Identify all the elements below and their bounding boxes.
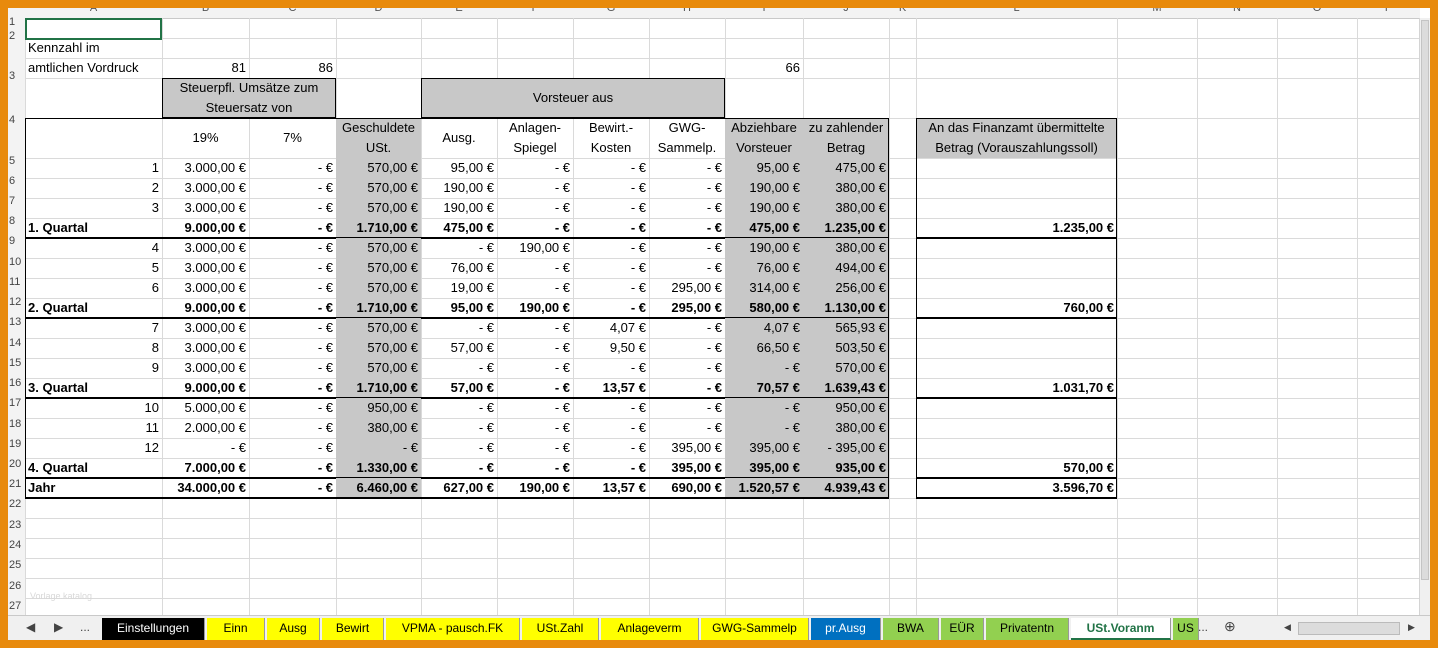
row-header-6[interactable]: 6 (8, 175, 24, 187)
row-header-26[interactable]: 26 (8, 580, 24, 592)
table-border (162, 78, 336, 118)
row-header-20[interactable]: 20 (8, 458, 24, 470)
add-sheet-icon[interactable]: ⊕ (1224, 618, 1236, 635)
tab-more-right[interactable]: ... (1198, 620, 1208, 634)
row-header-9[interactable]: 9 (8, 235, 24, 247)
sheet-tab-privatentn[interactable]: Privatentn (986, 618, 1069, 640)
kennzahl-label-1[interactable]: Kennzahl im (25, 38, 182, 58)
scrollbar-thumb[interactable] (1421, 20, 1429, 580)
column-header-f[interactable]: F (497, 8, 573, 14)
column-header-o[interactable]: O (1277, 8, 1357, 14)
row-header-10[interactable]: 10 (8, 256, 24, 268)
sheet-tab-anlageverm[interactable]: Anlageverm (601, 618, 699, 640)
column-header-l[interactable]: L (916, 8, 1117, 14)
column-header-a[interactable]: A (25, 8, 162, 14)
row-header-11[interactable]: 11 (8, 276, 24, 288)
sheet-tab-bewirt[interactable]: Bewirt (322, 618, 384, 640)
sheet-tab-gwg-sammelp[interactable]: GWG-Sammelp (701, 618, 809, 640)
sheet-tab-bar: ◀ ▶ ... Einstellungen Einn Ausg Bewirt VPMA … (8, 615, 1430, 640)
sheet-tab-einn[interactable]: Einn (207, 618, 265, 640)
column-header-b[interactable]: B (162, 8, 249, 14)
row-header-bar: 1 2 3 4 5 6 7 8 9 10 11 12 13 14 15 16 17 18 19 20 21 22 23 24 2… (8, 16, 26, 615)
grid-line (25, 558, 1420, 559)
column-header-h[interactable]: H (649, 8, 725, 14)
grid-line (889, 18, 890, 615)
column-header-i[interactable]: I (725, 8, 803, 14)
column-header-d[interactable]: D (336, 8, 421, 14)
row-header-12[interactable]: 12 (8, 296, 24, 308)
cell-grid[interactable]: Steuerpfl. Umsätze zum Steuersatz von Vor… (25, 18, 1421, 615)
vertical-scrollbar[interactable] (1419, 18, 1430, 615)
row-header-4[interactable]: 4 (8, 114, 24, 126)
row-header-22[interactable]: 22 (8, 498, 24, 510)
horizontal-scrollbar[interactable] (1298, 622, 1400, 635)
watermark-text: Vorlage.katalog (30, 591, 93, 601)
row-header-25[interactable]: 25 (8, 559, 24, 571)
grid-line (1197, 18, 1198, 615)
column-header-g[interactable]: G (573, 8, 649, 14)
row-header-24[interactable]: 24 (8, 539, 24, 551)
row-header-17[interactable]: 17 (8, 397, 24, 409)
sheet-tab-pr-ausg[interactable]: pr.Ausg (811, 618, 881, 640)
row-header-7[interactable]: 7 (8, 195, 24, 207)
row-header-15[interactable]: 15 (8, 357, 24, 369)
row-header-3[interactable]: 3 (8, 70, 24, 82)
row-header-21[interactable]: 21 (8, 478, 24, 490)
grid-line (1117, 18, 1118, 615)
grid-line (25, 578, 1420, 579)
row-header-2[interactable]: 2 (8, 30, 24, 42)
grid-line (1277, 18, 1278, 615)
kennzahl-label-2[interactable]: amtlichen Vordruck (25, 58, 182, 78)
tab-more-left[interactable]: ... (80, 620, 90, 634)
row-header-8[interactable]: 8 (8, 215, 24, 227)
column-header-e[interactable]: E (421, 8, 497, 14)
row-header-14[interactable]: 14 (8, 337, 24, 349)
kennzahl-66[interactable]: 66 (725, 58, 803, 78)
row-header-13[interactable]: 13 (8, 316, 24, 328)
row-header-16[interactable]: 16 (8, 377, 24, 389)
column-header-c[interactable]: C (249, 8, 336, 14)
sheet-tab-ausg[interactable]: Ausg (267, 618, 320, 640)
hscroll-left-icon[interactable]: ◀ (1284, 622, 1291, 633)
sheet-tab-us[interactable]: US (1173, 618, 1199, 640)
row-header-19[interactable]: 19 (8, 438, 24, 450)
column-header-j[interactable]: J (803, 8, 889, 14)
sheet-tab-e-r[interactable]: EÜR (941, 618, 984, 640)
active-cell-a1[interactable] (25, 18, 162, 40)
column-header-p[interactable]: P (1357, 8, 1420, 14)
sheet-tab-ust-zahl[interactable]: USt.Zahl (522, 618, 599, 640)
grid-line (1357, 18, 1358, 615)
column-header-n[interactable]: N (1197, 8, 1277, 14)
row-header-5[interactable]: 5 (8, 155, 24, 167)
column-header-k[interactable]: K (889, 8, 916, 14)
tab-next-icon[interactable]: ▶ (54, 620, 63, 634)
grid-line (25, 538, 1420, 539)
sheet-tab-ust-voranm[interactable]: USt.Voranm (1071, 618, 1171, 640)
grid-line (25, 38, 1420, 39)
sheet-tab-vpma-pausch-fk[interactable]: VPMA - pausch.FK (386, 618, 520, 640)
column-header-m[interactable]: M (1117, 8, 1197, 14)
kennzahl-86[interactable]: 86 (249, 58, 336, 78)
grid-line (25, 518, 1420, 519)
table-border (916, 118, 1117, 498)
row-header-23[interactable]: 23 (8, 519, 24, 531)
sheet-tab-bwa[interactable]: BWA (883, 618, 939, 640)
table-border (421, 78, 725, 118)
hscroll-right-icon[interactable]: ▶ (1408, 622, 1415, 633)
kennzahl-81[interactable]: 81 (162, 58, 249, 78)
grid-line (25, 598, 1420, 599)
row-header-27[interactable]: 27 (8, 600, 24, 612)
row-header-18[interactable]: 18 (8, 418, 24, 430)
row-header-1[interactable]: 1 (8, 16, 24, 28)
sheet-tab-einstellungen[interactable]: Einstellungen (102, 618, 205, 640)
table-border (25, 118, 889, 498)
spreadsheet-window: ABCDEFGHIJKLMNOP 1 2 3 4 5 6 7 8 9 10 11 12 13 14 15 16… (8, 8, 1430, 640)
tab-prev-icon[interactable]: ◀ (26, 620, 35, 634)
